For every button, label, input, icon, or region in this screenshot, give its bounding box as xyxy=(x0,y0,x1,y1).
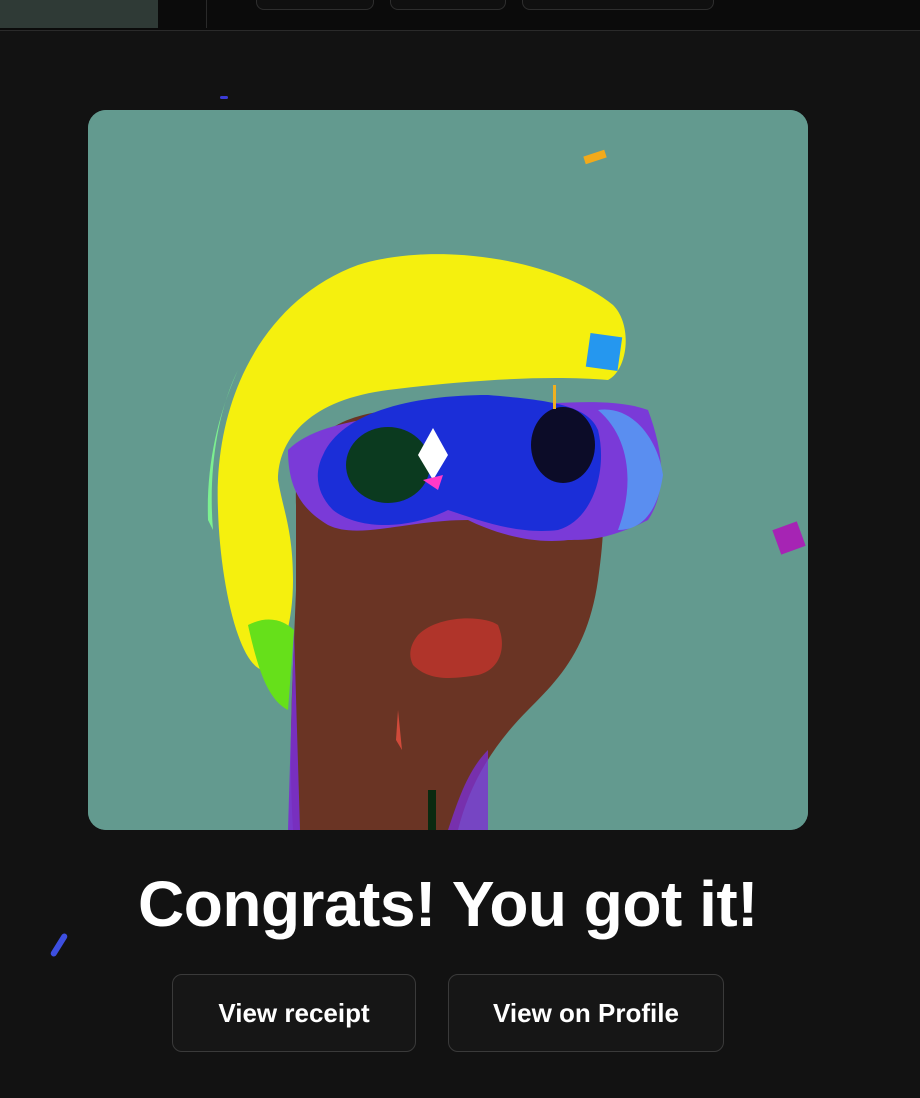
toolbar-button-3[interactable] xyxy=(522,0,714,10)
artwork-illustration xyxy=(88,110,808,830)
mint-success-page: Congrats! You got it! View receipt View … xyxy=(0,0,920,1098)
top-toolbar xyxy=(0,0,920,31)
confetti-piece xyxy=(220,96,228,99)
toolbar-divider xyxy=(206,0,207,28)
toolbar-button-2[interactable] xyxy=(390,0,506,10)
toolbar-button-1[interactable] xyxy=(256,0,374,10)
view-on-profile-button[interactable]: View on Profile xyxy=(448,974,724,1052)
toolbar-thumbnail[interactable] xyxy=(0,0,158,28)
view-receipt-button[interactable]: View receipt xyxy=(172,974,416,1052)
success-heading: Congrats! You got it! xyxy=(138,868,758,940)
nft-artwork-image xyxy=(88,110,808,830)
